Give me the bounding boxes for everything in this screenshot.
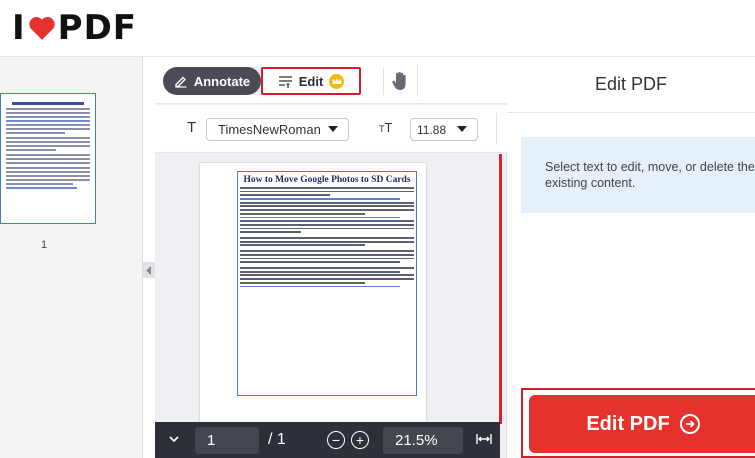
- document-title: How to Move Google Photos to SD Cards: [243, 175, 411, 185]
- cta-highlight: Edit PDF: [521, 388, 755, 458]
- chevron-left-icon: [146, 265, 151, 275]
- zoom-out-button[interactable]: −: [327, 431, 345, 449]
- instructions-box: Select text to edit, move, or delete the…: [521, 137, 755, 213]
- edit-pdf-button[interactable]: Edit PDF: [529, 395, 755, 453]
- format-toolbar: T TimesNewRoman TT 11.88: [155, 105, 507, 153]
- font-size-select[interactable]: 11.88: [410, 118, 478, 141]
- arrow-right-icon: [679, 414, 700, 434]
- top-bar: I PDF: [0, 0, 755, 57]
- logo-word-pdf: PDF: [57, 8, 138, 48]
- edit-label: Edit: [298, 73, 324, 89]
- instructions-text: Select text to edit, move, or delete the…: [545, 160, 755, 190]
- editor-area: Annotate Edit T TimesNewRoman TT 11.88 H…: [155, 57, 507, 458]
- chevron-down-icon[interactable]: [168, 433, 180, 445]
- edit-text-icon: [278, 75, 292, 88]
- font-size-icon: TT: [379, 120, 393, 135]
- font-family-value: TimesNewRoman: [218, 122, 321, 137]
- zoom-level-input[interactable]: 21.5%: [383, 427, 463, 454]
- app-window: I PDF 1 Annotate Edit T TimesNewRoman TT…: [0, 0, 755, 458]
- mode-toggle: Annotate Edit: [163, 67, 361, 95]
- tool-panel: Edit PDF Select text to edit, move, or d…: [507, 57, 755, 458]
- toolbar-divider: [417, 65, 418, 97]
- panel-title: Edit PDF: [507, 57, 755, 113]
- collapse-panel-button[interactable]: [143, 262, 155, 278]
- heart-icon: [27, 13, 57, 43]
- hand-icon: [391, 71, 406, 90]
- page-number-input[interactable]: 1: [195, 427, 259, 454]
- thumbnail-page-number: 1: [41, 239, 48, 251]
- chevron-down-icon: [457, 126, 467, 132]
- toolbar-divider: [496, 113, 497, 145]
- crown-icon: [329, 73, 345, 89]
- font-family-select[interactable]: TimesNewRoman: [206, 118, 349, 141]
- pdf-page: How to Move Google Photos to SD Cards: [200, 163, 426, 425]
- zoom-in-button[interactable]: +: [351, 431, 369, 449]
- vertical-scrollbar[interactable]: [499, 154, 502, 424]
- fit-width-icon[interactable]: [476, 433, 492, 445]
- pencil-icon: [175, 76, 187, 88]
- font-size-value: 11.88: [417, 122, 447, 137]
- edit-button[interactable]: Edit: [261, 67, 361, 95]
- logo-letter-i: I: [12, 8, 26, 48]
- edit-pdf-label: Edit PDF: [586, 412, 670, 435]
- chevron-down-icon: [328, 126, 338, 132]
- annotate-label: Annotate: [193, 73, 251, 89]
- page-thumbnail[interactable]: [0, 93, 96, 224]
- hand-tool-button[interactable]: [383, 67, 415, 95]
- page-total: / 1: [268, 431, 286, 448]
- thumbnails-panel: 1: [0, 57, 143, 458]
- ilovepdf-logo[interactable]: I PDF: [12, 8, 137, 48]
- document-canvas[interactable]: How to Move Google Photos to SD Cards: [155, 154, 507, 458]
- page-navigation-bar: 1 / 1 − + 21.5%: [155, 422, 500, 458]
- font-family-icon: T: [187, 119, 197, 136]
- editable-text-block[interactable]: How to Move Google Photos to SD Cards: [237, 171, 417, 396]
- mode-toolbar: Annotate Edit: [155, 57, 507, 104]
- annotate-button[interactable]: Annotate: [163, 67, 261, 95]
